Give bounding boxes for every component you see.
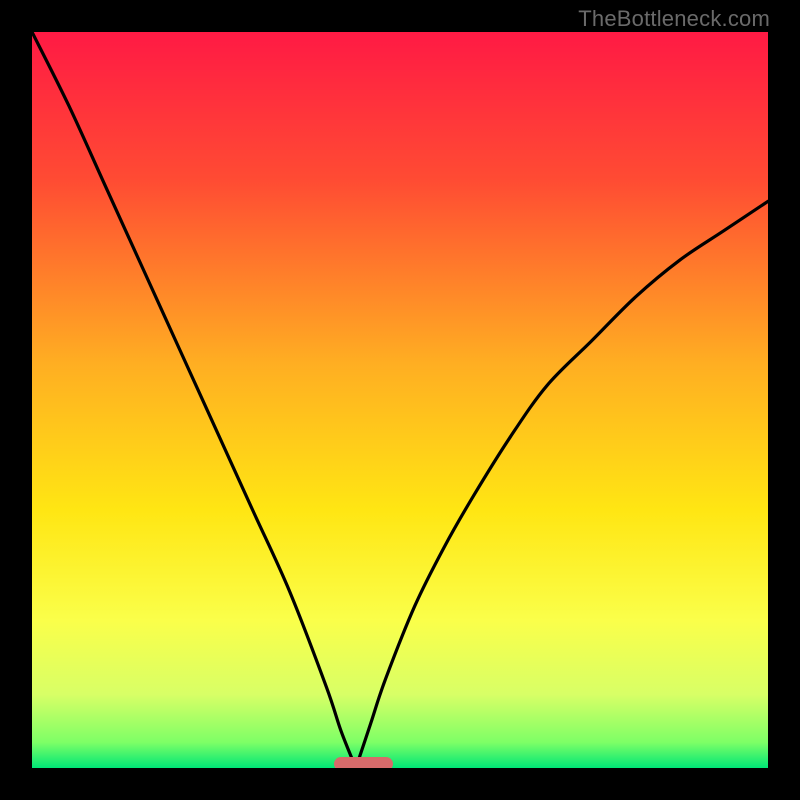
plot-area — [32, 32, 768, 768]
curve-right — [356, 201, 768, 768]
curve-left — [32, 32, 356, 768]
optimal-range-marker — [334, 757, 393, 768]
watermark-text: TheBottleneck.com — [578, 6, 770, 32]
chart-frame: TheBottleneck.com — [0, 0, 800, 800]
bottleneck-curves — [32, 32, 768, 768]
